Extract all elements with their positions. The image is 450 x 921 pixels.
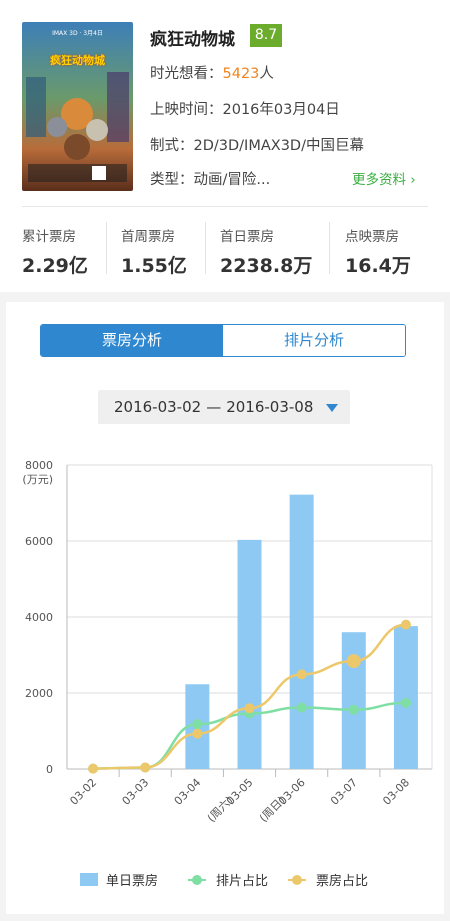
series-point xyxy=(400,697,411,708)
series-point xyxy=(192,728,203,739)
series-point xyxy=(244,703,255,714)
legend-label: 排片占比 xyxy=(216,874,269,889)
y-axis-unit: (万元) xyxy=(22,473,53,486)
y-tick-label: 0 xyxy=(46,763,53,776)
stat-divider xyxy=(106,222,107,274)
bar xyxy=(341,632,366,769)
stat-divider xyxy=(329,222,330,274)
legend-item-bar: 单日票房 xyxy=(80,870,158,889)
rating-badge: 8.7 xyxy=(250,24,282,47)
legend-label: 单日票房 xyxy=(106,874,159,889)
want-unit: 人 xyxy=(259,66,274,82)
movie-genre: 类型：动画/冒险... xyxy=(150,172,271,188)
want-count: 5423 xyxy=(222,66,260,82)
legend-item-seat: 排片占比 xyxy=(188,870,268,889)
legend-line-swatch-icon xyxy=(188,874,206,885)
want-label: 时光想看： xyxy=(150,66,223,82)
stat-label: 首日票房 xyxy=(220,229,274,245)
series-point xyxy=(400,619,411,630)
poster-title: 疯狂动物城 xyxy=(50,54,105,67)
poster-art xyxy=(22,22,133,191)
series-point xyxy=(88,763,99,774)
legend-line-swatch-icon xyxy=(288,874,306,885)
series-point xyxy=(296,702,307,713)
x-tick-label: 03-08 xyxy=(380,776,412,808)
y-tick-label: 8000 xyxy=(25,459,53,472)
movie-header: IMAX 3D · 3月4日 疯狂动物城 疯狂动物城 8.7 时光想看：5423… xyxy=(0,0,450,292)
series-point xyxy=(192,719,203,730)
stat-value: 2.29亿 xyxy=(22,255,88,277)
movie-poster[interactable]: IMAX 3D · 3月4日 疯狂动物城 xyxy=(22,22,133,191)
x-tick-sublabel: (周日) xyxy=(257,794,288,825)
stat-first-week: 首周票房 1.55亿 xyxy=(121,225,187,278)
stat-value: 2238.8万 xyxy=(220,255,313,277)
stat-preview: 点映票房 16.4万 xyxy=(345,225,411,278)
series-point xyxy=(140,762,151,773)
stat-total: 累计票房 2.29亿 xyxy=(22,225,88,278)
movie-format: 制式：2D/3D/IMAX3D/中国巨幕 xyxy=(150,138,364,154)
x-tick-label: 03-02 xyxy=(67,776,99,808)
y-tick-label: 4000 xyxy=(25,611,53,624)
stat-value: 1.55亿 xyxy=(121,255,187,277)
x-tick-label: 03-07 xyxy=(328,776,360,808)
poster-tagline: IMAX 3D · 3月4日 xyxy=(52,30,103,37)
stat-label: 首周票房 xyxy=(121,229,175,245)
stat-value: 16.4万 xyxy=(345,255,411,277)
y-tick-label: 2000 xyxy=(25,687,53,700)
stat-first-day: 首日票房 2238.8万 xyxy=(220,225,312,278)
want-to-see: 时光想看：5423人 xyxy=(150,62,274,83)
stat-label: 点映票房 xyxy=(345,229,399,245)
bar xyxy=(289,494,314,769)
x-tick-label: 03-03 xyxy=(120,776,152,808)
divider xyxy=(22,206,428,207)
bar xyxy=(237,539,262,769)
legend-label: 票房占比 xyxy=(316,874,369,889)
stat-label: 累计票房 xyxy=(22,229,76,245)
x-tick-label: 03-04 xyxy=(172,776,204,808)
box-office-chart: 0 2000 4000 6000 8000(万元) 03-02 03-03 03-04 03-0… xyxy=(22,459,433,825)
bar xyxy=(393,626,418,769)
legend-item-box: 票房占比 xyxy=(288,870,368,889)
more-info-link[interactable]: 更多资料 › xyxy=(352,168,416,188)
series-point xyxy=(346,654,361,669)
movie-title: 疯狂动物城 xyxy=(150,30,235,50)
series-point xyxy=(348,704,359,715)
release-date: 上映时间：2016年03月04日 xyxy=(150,102,340,118)
stat-divider xyxy=(205,222,206,274)
y-tick-label: 6000 xyxy=(25,535,53,548)
legend-bar-swatch-icon xyxy=(80,873,98,886)
analysis-card: 票房分析 排片分析 2016-03-02—2016-03-08 0 2000 400… xyxy=(6,302,444,914)
x-tick-sublabel: (周六) xyxy=(205,794,236,825)
series-point xyxy=(296,669,307,680)
